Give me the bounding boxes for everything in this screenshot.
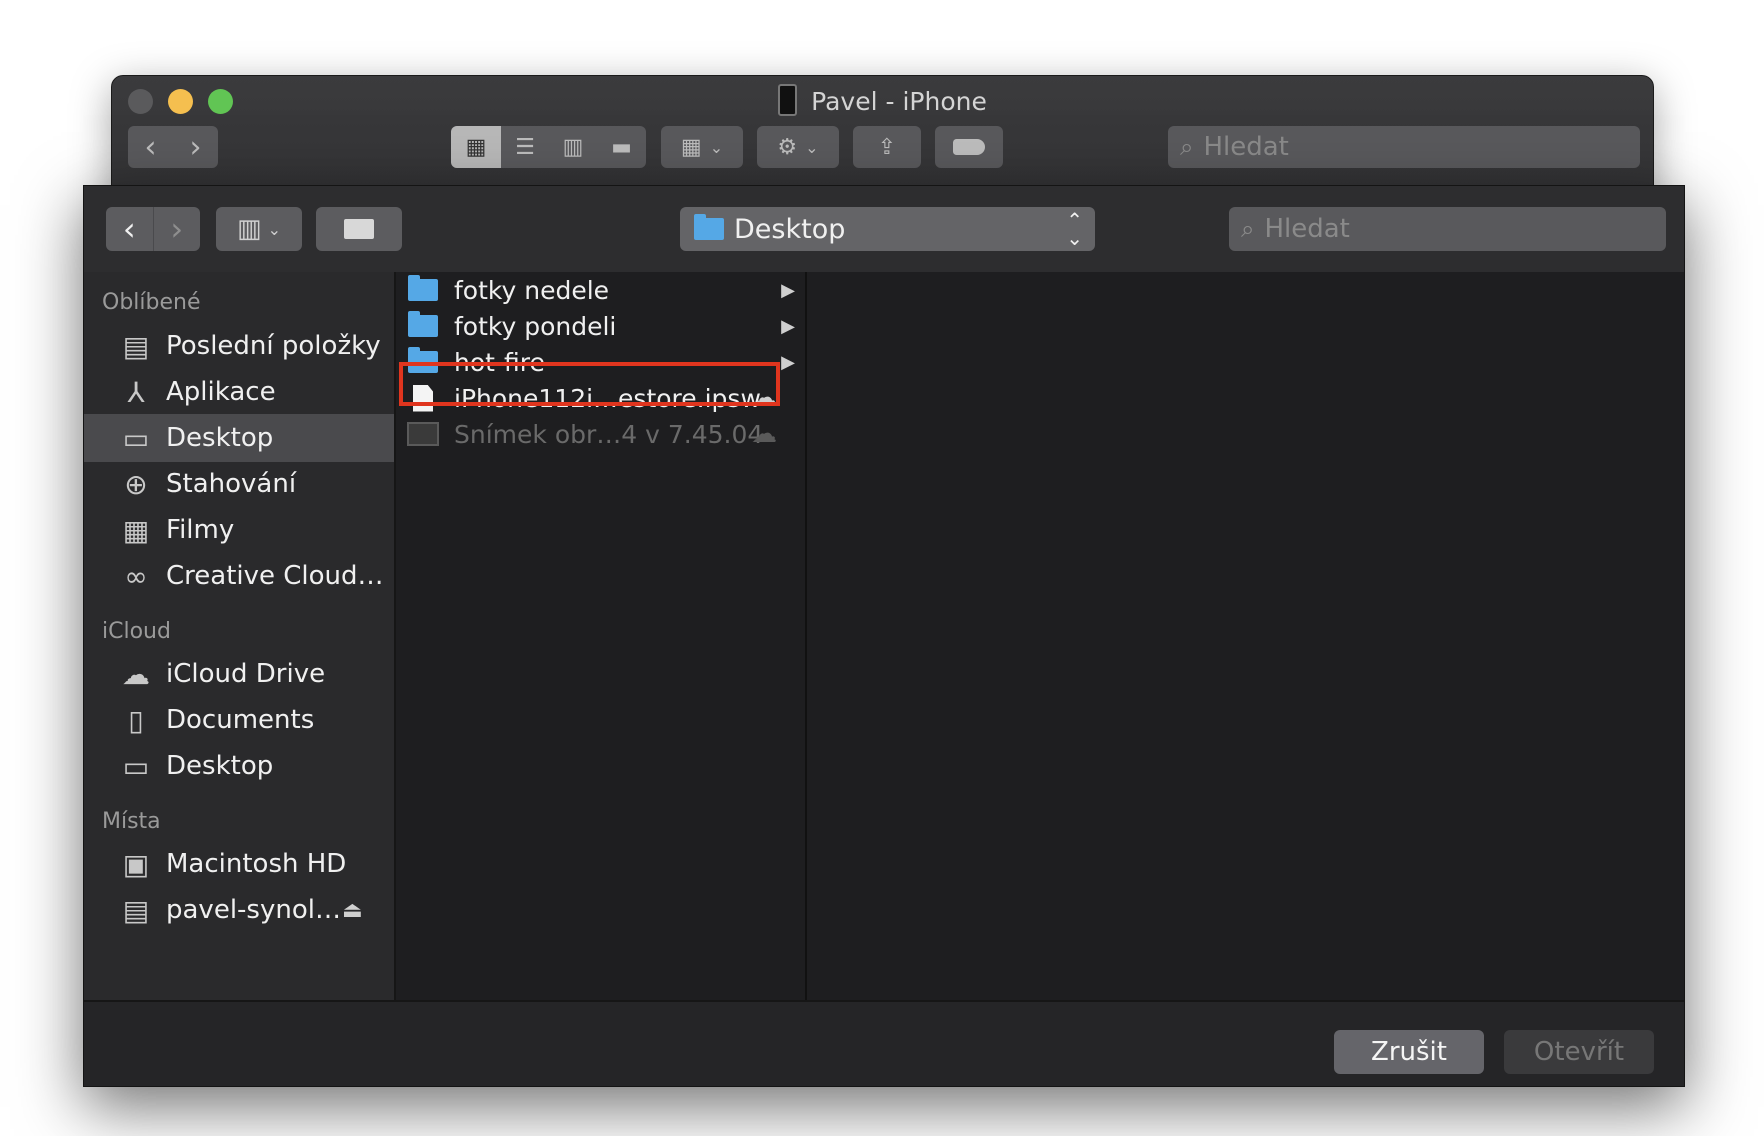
sidebar-item-label: Documents <box>166 705 315 735</box>
sidebar-item-desktop[interactable]: ▭ Desktop <box>84 414 394 462</box>
column-view-icon[interactable]: ▥ <box>549 126 597 168</box>
open-button[interactable]: Otevřít <box>1504 1030 1654 1074</box>
view-mode-segmented[interactable]: ▦ ☰ ▥ ▬ <box>451 126 646 168</box>
dialog-back-forward[interactable]: ‹ › <box>106 207 200 251</box>
new-folder-button[interactable] <box>316 207 402 251</box>
sidebar-item-label: Desktop <box>166 423 274 453</box>
file-column: fotky nedele ▶ fotky pondeli ▶ hot-fire … <box>396 272 807 1000</box>
chevron-left-icon[interactable]: ‹ <box>128 130 173 165</box>
dialog-footer: Zrušit Otevřít <box>84 1000 1684 1086</box>
applications-icon: ⅄ <box>127 375 145 409</box>
dialog-search-placeholder: Hledat <box>1264 214 1350 244</box>
sidebar-heading-favorites: Oblíbené <box>102 290 201 315</box>
sidebar: Oblíbené ▤ Poslední položky ⅄ Aplikace ▭… <box>84 272 396 1000</box>
search-icon: ⌕ <box>1180 133 1194 161</box>
tag-icon <box>953 139 985 155</box>
preview-column <box>807 272 1684 1000</box>
finder-window-title: Pavel - iPhone <box>112 84 1653 116</box>
gear-icon: ⚙ <box>777 134 798 160</box>
cloud-icon: ☁ <box>751 419 777 449</box>
disclosure-arrow-icon: ▶ <box>781 351 795 373</box>
sidebar-item-macintosh-hd[interactable]: ▣ Macintosh HD <box>84 840 394 888</box>
chevron-left-icon[interactable]: ‹ <box>106 207 153 251</box>
chevron-down-icon: ⌄ <box>267 219 281 239</box>
file-name: fotky nedele <box>454 275 610 305</box>
network-drive-icon: ▤ <box>122 893 150 927</box>
sidebar-item-creative-cloud[interactable]: ∞ Creative Cloud… <box>84 552 394 600</box>
sidebar-item-downloads[interactable]: ⊕ Stahování <box>84 460 394 508</box>
sidebar-item-movies[interactable]: ▦ Filmy <box>84 506 394 554</box>
list-item[interactable]: fotky pondeli ▶ <box>396 308 805 344</box>
cloud-icon: ☁ <box>122 657 150 691</box>
action-button[interactable]: ⚙ ⌄ <box>757 126 839 168</box>
updown-chevron-icon: ⌃ ⌄ <box>1066 208 1083 250</box>
cancel-button[interactable]: Zrušit <box>1334 1030 1484 1074</box>
sidebar-item-label: Desktop <box>166 751 274 781</box>
list-view-icon[interactable]: ☰ <box>501 126 549 168</box>
chevron-down-icon: ⌄ <box>709 137 724 157</box>
downloads-icon: ⊕ <box>124 467 148 501</box>
file-name: Snímek obr…4 v 7.45.04 <box>454 419 764 449</box>
recents-icon: ▤ <box>122 329 150 363</box>
sidebar-item-label: Macintosh HD <box>166 849 347 879</box>
sidebar-item-label: Stahování <box>166 469 297 499</box>
sidebar-item-network-drive[interactable]: ▤ pavel-synol… ⏏ <box>84 886 394 934</box>
grid-icon: ▦ <box>680 134 702 160</box>
chevron-down-icon: ⌄ <box>805 137 819 157</box>
sidebar-item-label: Creative Cloud… <box>166 561 384 591</box>
finder-search-field[interactable]: ⌕ Hledat <box>1168 126 1640 168</box>
highlight-box <box>399 362 780 406</box>
documents-icon: ▯ <box>128 703 144 737</box>
gallery-view-icon[interactable]: ▬ <box>597 126 646 168</box>
disclosure-arrow-icon: ▶ <box>781 279 795 301</box>
sidebar-item-label: iCloud Drive <box>166 659 326 689</box>
sidebar-item-documents[interactable]: ▯ Documents <box>84 696 394 744</box>
sidebar-item-label: Aplikace <box>166 377 276 407</box>
screenshot-icon <box>407 422 439 446</box>
folder-icon <box>408 275 438 301</box>
sidebar-heading-icloud: iCloud <box>102 619 171 644</box>
location-popup[interactable]: Desktop ⌃ ⌄ <box>680 207 1095 251</box>
sidebar-heading-places: Místa <box>102 809 161 834</box>
finder-back-forward[interactable]: ‹ › <box>128 126 218 168</box>
dialog-toolbar: ‹ › ▥ ⌄ Desktop ⌃ ⌄ ⌕ Hledat <box>84 186 1684 272</box>
sidebar-item-applications[interactable]: ⅄ Aplikace <box>84 368 394 416</box>
sidebar-item-label: Filmy <box>166 515 235 545</box>
disclosure-arrow-icon: ▶ <box>781 315 795 337</box>
desktop-icon: ▭ <box>122 421 150 455</box>
iphone-icon <box>778 84 798 116</box>
open-file-dialog: ‹ › ▥ ⌄ Desktop ⌃ ⌄ ⌕ Hledat Oblíbené ▤ Po… <box>83 185 1685 1087</box>
sidebar-item-icloud-drive[interactable]: ☁ iCloud Drive <box>84 650 394 698</box>
location-label: Desktop <box>734 213 846 245</box>
finder-search-placeholder: Hledat <box>1203 132 1289 162</box>
file-name: fotky pondeli <box>454 311 617 341</box>
hard-drive-icon: ▣ <box>122 847 150 881</box>
dialog-search-field[interactable]: ⌕ Hledat <box>1229 207 1666 251</box>
sidebar-item-icloud-desktop[interactable]: ▭ Desktop <box>84 742 394 790</box>
folder-icon <box>408 311 438 337</box>
tag-button[interactable] <box>935 126 1003 168</box>
search-icon: ⌕ <box>1241 215 1255 243</box>
dialog-view-menu[interactable]: ▥ ⌄ <box>216 207 302 251</box>
sidebar-item-label: Poslední položky <box>166 331 381 361</box>
movies-icon: ▦ <box>122 513 150 547</box>
list-item: Snímek obr…4 v 7.45.04 ☁ <box>396 416 805 452</box>
eject-icon[interactable]: ⏏ <box>342 898 363 923</box>
chevron-right-icon[interactable]: › <box>152 207 201 251</box>
new-folder-icon <box>344 219 374 239</box>
group-by-button[interactable]: ▦ ⌄ <box>661 126 743 168</box>
share-button[interactable]: ⇪ <box>853 126 921 168</box>
creative-cloud-icon: ∞ <box>124 559 148 593</box>
desktop-icon: ▭ <box>122 749 150 783</box>
list-item[interactable]: fotky nedele ▶ <box>396 272 805 308</box>
column-view-icon: ▥ <box>237 214 262 244</box>
folder-icon <box>694 214 724 240</box>
sidebar-item-label: pavel-synol… <box>166 895 341 925</box>
sidebar-item-recents[interactable]: ▤ Poslední položky <box>84 322 394 370</box>
icon-view-icon[interactable]: ▦ <box>451 126 501 168</box>
chevron-right-icon[interactable]: › <box>173 130 218 165</box>
share-icon: ⇪ <box>877 134 897 160</box>
